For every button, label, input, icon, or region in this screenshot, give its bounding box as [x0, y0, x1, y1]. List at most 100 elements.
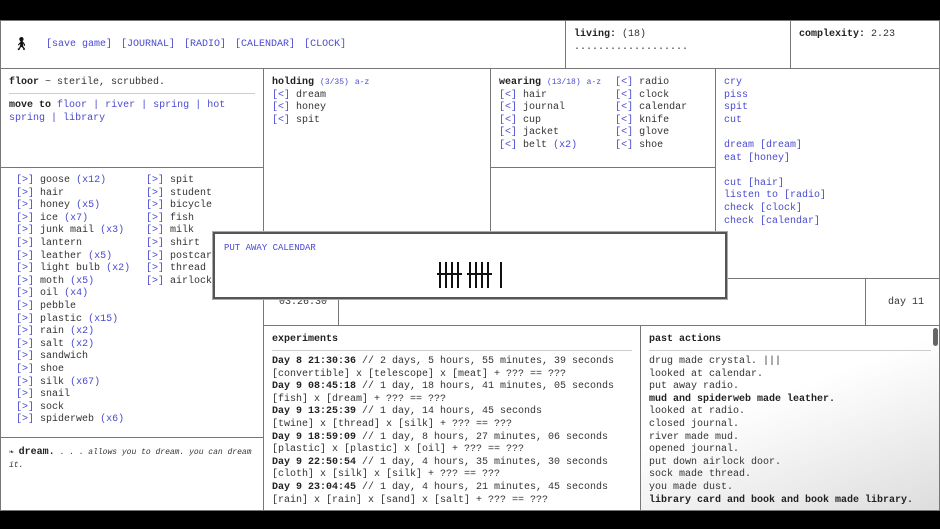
item-name: leather: [40, 250, 83, 262]
past-action: closed journal.: [649, 418, 740, 430]
action-link[interactable]: cry: [724, 77, 931, 90]
pick-up-button[interactable]: [>]: [16, 301, 34, 312]
pick-up-button[interactable]: [>]: [16, 377, 34, 388]
action-link[interactable]: cut: [724, 115, 931, 128]
scrollbar[interactable]: [933, 328, 938, 346]
experiment-duration: // 1 day, 8 hours, 27 minutes, 06 second…: [356, 431, 609, 443]
action-link[interactable]: piss: [724, 90, 931, 103]
action-link[interactable]: check [clock]: [724, 203, 931, 216]
destination-link[interactable]: floor: [57, 100, 87, 111]
put-away-calendar-button[interactable]: PUT AWAY CALENDAR: [224, 243, 716, 253]
pick-up-button[interactable]: [>]: [16, 314, 34, 325]
pick-up-button[interactable]: [>]: [16, 213, 34, 224]
pick-up-button[interactable]: [>]: [16, 389, 34, 400]
experiment-formula: [convertible] x [telescope] x [meat] + ?…: [272, 368, 567, 380]
pick-up-button[interactable]: [>]: [16, 238, 34, 249]
experiment-entry: Day 9 18:59:09 // 1 day, 8 hours, 27 min…: [272, 432, 632, 445]
experiment-entry: Day 9 08:45:18 // 1 day, 18 hours, 41 mi…: [272, 381, 632, 394]
topbar-button-save-game[interactable]: [save game]: [46, 39, 112, 50]
remove-button[interactable]: [<]: [499, 102, 517, 113]
destination-link[interactable]: library: [63, 113, 105, 124]
remove-button[interactable]: [<]: [499, 115, 517, 126]
inventory-panel: [>] goose (x12) [>] hair [>] honey (x5) [>…: [0, 167, 264, 438]
wearing-sort[interactable]: a-z: [587, 78, 601, 87]
pick-up-button[interactable]: [>]: [146, 213, 164, 224]
experiment-time: Day 9 23:04:45: [272, 481, 357, 493]
remove-button[interactable]: [<]: [615, 77, 633, 88]
pick-up-button[interactable]: [>]: [16, 364, 34, 375]
item-name: honey: [40, 200, 71, 212]
action-link[interactable]: cut [hair]: [724, 178, 931, 191]
destination-link[interactable]: river: [105, 100, 135, 111]
inventory-item: [>] spit: [146, 175, 224, 188]
item-name: honey: [296, 102, 327, 114]
item-icon: ❧: [9, 448, 14, 457]
inventory-item: [>] junk mail (x3): [16, 225, 146, 238]
past-action: put away radio.: [649, 381, 740, 393]
item-name: thread: [170, 263, 207, 275]
pick-up-button[interactable]: [>]: [16, 200, 34, 211]
pick-up-button[interactable]: [>]: [16, 263, 34, 274]
drop-button[interactable]: [<]: [272, 102, 290, 113]
item-name: ice: [40, 212, 59, 224]
drop-button[interactable]: [<]: [272, 90, 290, 101]
item-qty: (x2): [106, 263, 131, 275]
action-link[interactable]: dream [dream]: [724, 140, 931, 153]
location-panel: floor ~ sterile, scrubbed. move to floor…: [0, 68, 264, 168]
pick-up-button[interactable]: [>]: [146, 225, 164, 236]
item-name: bicycle: [170, 200, 213, 212]
wearing-item: [<] shoe: [615, 140, 687, 153]
action-link[interactable]: spit: [724, 102, 931, 115]
remove-button[interactable]: [<]: [615, 115, 633, 126]
remove-button[interactable]: [<]: [499, 127, 517, 138]
holding-sort[interactable]: a-z: [355, 78, 369, 87]
topbar-button-radio[interactable]: [RADIO]: [184, 39, 226, 50]
remove-button[interactable]: [<]: [615, 102, 633, 113]
pick-up-button[interactable]: [>]: [16, 288, 34, 299]
item-name: journal: [523, 102, 566, 114]
pick-up-button[interactable]: [>]: [146, 276, 164, 287]
pick-up-button[interactable]: [>]: [16, 414, 34, 425]
topbar-button-journal[interactable]: [JOURNAL]: [121, 39, 175, 50]
pick-up-button[interactable]: [>]: [16, 351, 34, 362]
experiment-duration: // 1 day, 4 hours, 35 minutes, 30 second…: [356, 456, 609, 468]
pick-up-button[interactable]: [>]: [16, 326, 34, 337]
item-name: spit: [296, 114, 321, 126]
pick-up-button[interactable]: [>]: [16, 225, 34, 236]
pick-up-button[interactable]: [>]: [146, 251, 164, 262]
description-name: dream.: [18, 447, 55, 458]
complexity-value: 2.23: [871, 29, 896, 40]
remove-button[interactable]: [<]: [615, 140, 633, 151]
experiment-time: Day 9 08:45:18: [272, 381, 357, 393]
pick-up-button[interactable]: [>]: [16, 188, 34, 199]
remove-button[interactable]: [<]: [615, 90, 633, 101]
remove-button[interactable]: [<]: [615, 127, 633, 138]
topbar-button-calendar[interactable]: [CALENDAR]: [235, 39, 295, 50]
wearing-item: [<] clock: [615, 90, 687, 103]
pick-up-button[interactable]: [>]: [146, 175, 164, 186]
wearing-item: [<] belt (x2): [499, 140, 601, 153]
holding-count: (3/35): [320, 78, 349, 87]
action-link[interactable]: eat [honey]: [724, 153, 931, 166]
action-link[interactable]: listen to [radio]: [724, 190, 931, 203]
destination-link[interactable]: spring: [153, 100, 189, 111]
pick-up-button[interactable]: [>]: [16, 251, 34, 262]
pick-up-button[interactable]: [>]: [16, 339, 34, 350]
item-name: sandwich: [40, 351, 89, 363]
pick-up-button[interactable]: [>]: [16, 276, 34, 287]
remove-button[interactable]: [<]: [499, 140, 517, 151]
pick-up-button[interactable]: [>]: [146, 200, 164, 211]
inventory-item: [>] sandwich: [16, 351, 146, 364]
item-name: belt: [523, 139, 548, 151]
action-link[interactable]: check [calendar]: [724, 216, 931, 229]
pick-up-button[interactable]: [>]: [16, 402, 34, 413]
experiment-duration: // 1 day, 4 hours, 21 minutes, 45 second…: [356, 481, 609, 493]
remove-button[interactable]: [<]: [499, 90, 517, 101]
wearing-panel: wearing (13/18) a-z [<] hair [<] journal …: [490, 68, 716, 168]
pick-up-button[interactable]: [>]: [146, 263, 164, 274]
topbar-button-clock[interactable]: [CLOCK]: [304, 39, 346, 50]
pick-up-button[interactable]: [>]: [16, 175, 34, 186]
drop-button[interactable]: [<]: [272, 115, 290, 126]
pick-up-button[interactable]: [>]: [146, 188, 164, 199]
pick-up-button[interactable]: [>]: [146, 238, 164, 249]
